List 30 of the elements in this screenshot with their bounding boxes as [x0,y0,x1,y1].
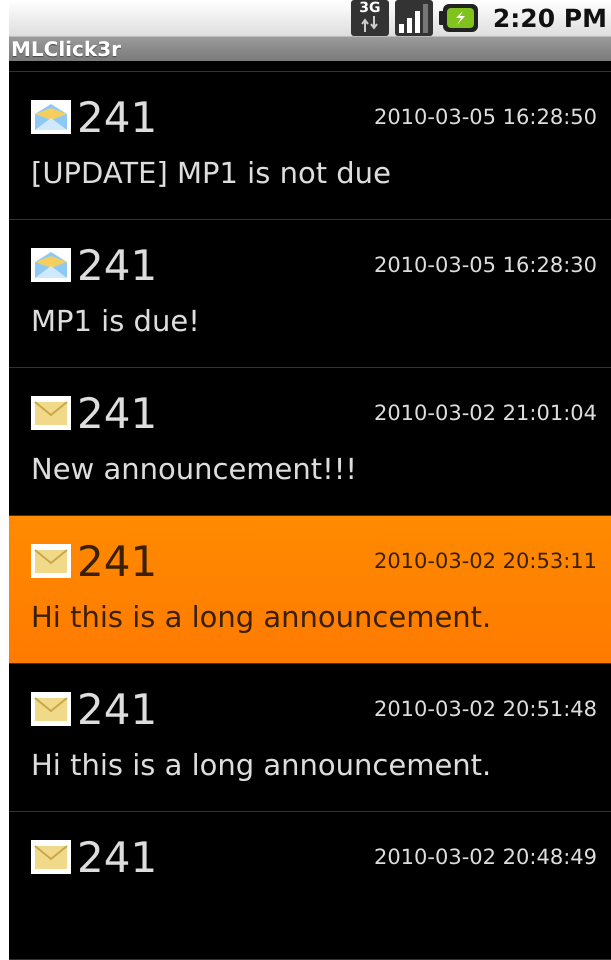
envelope-icon [31,840,71,874]
up-down-arrows-icon [360,16,380,32]
envelope-icon [31,248,71,282]
timestamp-label: 2010-03-05 16:28:30 [374,253,597,277]
message-text: Hi this is a long announcement. [31,748,492,782]
sender-label: 241 [77,240,158,290]
timestamp-label: 2010-03-02 20:51:48 [374,697,597,721]
timestamp-label: 2010-03-02 20:53:11 [374,549,597,573]
message-text: Hi this is a long announcement. [31,600,492,634]
envelope-icon [31,396,71,430]
signal-icon [394,0,433,36]
sender-label: 241 [77,684,158,734]
status-time: 2:20 PM [492,4,607,32]
battery-icon [438,3,479,33]
envelope-icon [31,100,71,134]
envelope-icon [31,692,71,726]
network-type-label: 3G [359,0,381,16]
timestamp-label: 2010-03-02 20:48:49 [374,845,597,869]
sender-label: 241 [77,536,158,586]
message-text: New announcement!!! [31,452,358,486]
sender-label: 241 [77,832,158,882]
sender-label: 241 [77,388,158,438]
message-row[interactable]: 241 2010-03-02 20:53:11 Hi this is a long announcement. [9,516,611,664]
message-text: MP1 is due! [31,304,201,338]
sender-label: 241 [77,92,158,142]
app-title: MLClick3r [11,37,121,61]
timestamp-label: 2010-03-05 16:28:50 [374,105,597,129]
timestamp-label: 2010-03-02 21:01:04 [374,401,597,425]
envelope-icon [31,544,71,578]
message-text: [UPDATE] MP1 is not due [31,156,392,190]
